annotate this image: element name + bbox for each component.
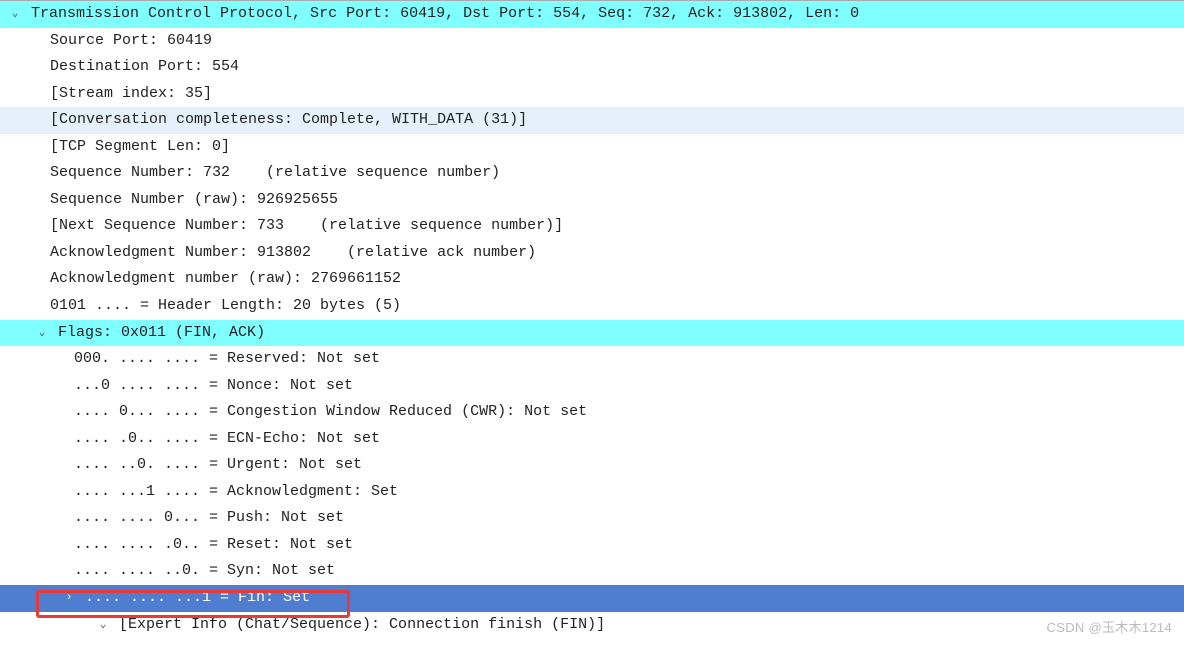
flag-push[interactable]: .... .... 0... = Push: Not set <box>0 505 1184 532</box>
field-stream-index[interactable]: [Stream index: 35] <box>0 81 1184 108</box>
field-sequence-number[interactable]: Sequence Number: 732 (relative sequence … <box>0 160 1184 187</box>
field-header-length[interactable]: 0101 .... = Header Length: 20 bytes (5) <box>0 293 1184 320</box>
tcp-header-text: Transmission Control Protocol, Src Port:… <box>31 5 859 22</box>
chevron-right-icon[interactable] <box>62 589 76 608</box>
tcp-header-row[interactable]: Transmission Control Protocol, Src Port:… <box>0 1 1184 28</box>
chevron-down-icon[interactable] <box>8 5 22 24</box>
flag-cwr[interactable]: .... 0... .... = Congestion Window Reduc… <box>0 399 1184 426</box>
field-ack-number-raw[interactable]: Acknowledgment number (raw): 2769661152 <box>0 266 1184 293</box>
flag-urgent[interactable]: .... ..0. .... = Urgent: Not set <box>0 452 1184 479</box>
field-tcp-segment-len[interactable]: [TCP Segment Len: 0] <box>0 134 1184 161</box>
flag-syn[interactable]: .... .... ..0. = Syn: Not set <box>0 558 1184 585</box>
field-conversation-completeness[interactable]: [Conversation completeness: Complete, WI… <box>0 107 1184 134</box>
chevron-down-icon[interactable] <box>96 616 110 635</box>
flag-nonce[interactable]: ...0 .... .... = Nonce: Not set <box>0 373 1184 400</box>
field-sequence-number-raw[interactable]: Sequence Number (raw): 926925655 <box>0 187 1184 214</box>
field-ack-number[interactable]: Acknowledgment Number: 913802 (relative … <box>0 240 1184 267</box>
flag-ecn[interactable]: .... .0.. .... = ECN-Echo: Not set <box>0 426 1184 453</box>
flags-header-row[interactable]: Flags: 0x011 (FIN, ACK) <box>0 320 1184 347</box>
flag-reset[interactable]: .... .... .0.. = Reset: Not set <box>0 532 1184 559</box>
flags-header-text: Flags: 0x011 (FIN, ACK) <box>58 324 265 341</box>
field-source-port[interactable]: Source Port: 60419 <box>0 28 1184 55</box>
flag-fin-selected[interactable]: .... .... ...1 = Fin: Set <box>0 585 1184 612</box>
packet-details-tree: Transmission Control Protocol, Src Port:… <box>0 1 1184 638</box>
flag-ack[interactable]: .... ...1 .... = Acknowledgment: Set <box>0 479 1184 506</box>
chevron-down-icon[interactable] <box>35 324 49 343</box>
flag-reserved[interactable]: 000. .... .... = Reserved: Not set <box>0 346 1184 373</box>
field-next-sequence-number[interactable]: [Next Sequence Number: 733 (relative seq… <box>0 213 1184 240</box>
watermark-text: CSDN @玉木木1214 <box>1047 616 1172 639</box>
field-destination-port[interactable]: Destination Port: 554 <box>0 54 1184 81</box>
expert-info-row[interactable]: [Expert Info (Chat/Sequence): Connection… <box>0 612 1184 639</box>
